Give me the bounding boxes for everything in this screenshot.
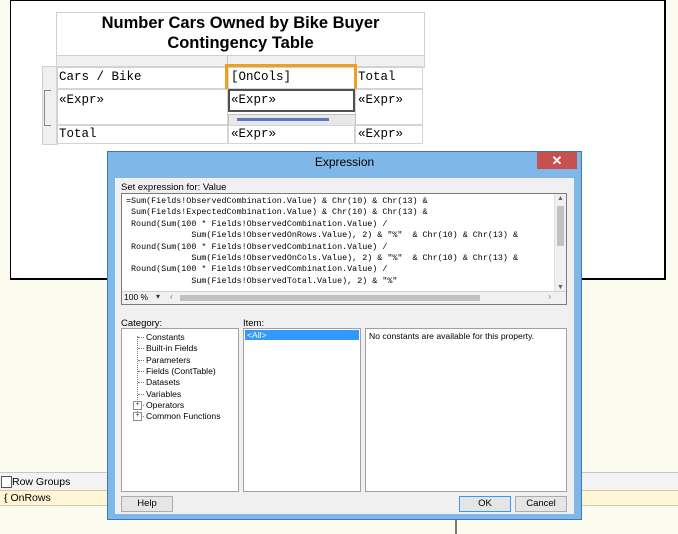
category-item[interactable]: Parameters [146, 355, 190, 365]
row-groups-label: Row Groups [12, 476, 71, 488]
category-item[interactable]: Operators [146, 400, 184, 410]
ok-button[interactable]: OK [459, 496, 511, 512]
chevron-down-icon[interactable]: ▾ [156, 292, 160, 301]
header-corner-cell[interactable]: Cars / Bike [56, 66, 228, 89]
row-expr-cell-3[interactable]: «Expr» [355, 89, 423, 125]
column-group-marker-right [354, 64, 357, 90]
expression-horizontal-scrollbar[interactable]: ‹ › [168, 292, 553, 303]
category-item[interactable]: Constants [146, 332, 185, 342]
report-title-line2: Contingency Table [167, 34, 314, 52]
cancel-button[interactable]: Cancel [515, 496, 567, 512]
scroll-right-icon[interactable]: › [548, 292, 551, 301]
expression-line[interactable]: Round(Sum(100 * Fields!ObservedCombinati… [126, 242, 518, 253]
category-item[interactable]: Fields (ContTable) [146, 366, 216, 376]
tree-connector [138, 337, 144, 338]
editor-status-bar: 100 % ▾ ‹ › [122, 291, 566, 304]
set-expression-label: Set expression for: Value [121, 182, 227, 193]
category-tree[interactable]: Constants Built-in Fields Parameters Fields… [121, 328, 239, 492]
zoom-level[interactable]: 100 % [124, 292, 148, 302]
expression-dialog: Expression ✕ Set expression for: Value =… [107, 151, 582, 520]
tree-connector [138, 359, 144, 361]
tree-connector [138, 393, 144, 395]
report-title-line1: Number Cars Owned by Bike Buyer [101, 14, 380, 32]
vertical-scroll-thumb[interactable] [557, 206, 564, 246]
category-item[interactable]: Datasets [146, 377, 180, 387]
dialog-title: Expression [314, 155, 375, 169]
expression-line[interactable]: Sum(Fields!ObservedTotal.Value), 2) & "%… [126, 276, 518, 287]
column-group-marker-left [225, 64, 228, 90]
group-item-name: OnRows [10, 492, 51, 504]
tree-connector [138, 348, 144, 350]
scroll-thumb [237, 118, 329, 121]
category-item[interactable]: Variables [146, 389, 181, 399]
category-item[interactable]: Built-in Fields [146, 343, 198, 353]
expression-vertical-scrollbar[interactable]: ▲ ▼ [554, 194, 566, 292]
expression-line[interactable]: Sum(Fields!ObservedOnRows.Value), 2) & "… [126, 230, 518, 241]
scroll-up-icon[interactable]: ▲ [557, 195, 564, 202]
expression-line[interactable]: Round(Sum(100 * Fields!ObservedCombinati… [126, 264, 518, 275]
scroll-left-icon[interactable]: ‹ [170, 292, 173, 301]
expand-plus-icon[interactable]: + [133, 400, 142, 410]
header-oncols-cell[interactable]: [OnCols] [228, 66, 355, 89]
item-list[interactable]: <All> [243, 328, 361, 492]
total-expr-cell-2[interactable]: «Expr» [355, 125, 423, 144]
row-group-bracket [44, 90, 51, 126]
category-item[interactable]: Common Functions [146, 411, 221, 421]
description-panel: No constants are available for this prop… [365, 328, 567, 492]
row-expr-cell-2-selected[interactable]: «Expr» [228, 89, 355, 112]
expression-line[interactable]: =Sum(Fields!ObservedCombination.Value) &… [126, 196, 518, 207]
group-item-label: { OnRows [4, 492, 51, 504]
expression-line[interactable]: Sum(Fields!ObservedOnCols.Value), 2) & "… [126, 253, 518, 264]
expression-editor[interactable]: =Sum(Fields!ObservedCombination.Value) &… [121, 193, 567, 305]
expression-line[interactable]: Sum(Fields!ExpectedCombination.Value) & … [126, 207, 518, 218]
help-button[interactable]: Help [121, 496, 173, 512]
description-text: No constants are available for this prop… [369, 331, 535, 341]
row-groups-icon [1, 476, 12, 488]
total-expr-cell-1[interactable]: «Expr» [228, 125, 355, 144]
tree-connector [138, 370, 144, 372]
dialog-client-area: Set expression for: Value =Sum(Fields!Ob… [115, 178, 574, 514]
row-expr-cell-1[interactable]: «Expr» [56, 89, 228, 125]
column-group-marker [228, 64, 355, 67]
horizontal-scroll-thumb[interactable] [180, 295, 480, 301]
expand-plus-icon[interactable]: + [133, 412, 142, 422]
tree-connector [138, 382, 144, 384]
report-title-textbox[interactable]: Number Cars Owned by Bike Buyer Continge… [56, 12, 425, 56]
scroll-down-icon[interactable]: ▼ [557, 284, 564, 291]
close-icon[interactable]: ✕ [537, 152, 577, 169]
expression-line[interactable]: Round(Sum(100 * Fields!ObservedCombinati… [126, 219, 518, 230]
header-total-cell[interactable]: Total [355, 66, 423, 89]
pane-splitter[interactable] [455, 518, 457, 534]
item-list-entry-all[interactable]: <All> [245, 330, 359, 340]
expression-text[interactable]: =Sum(Fields!ObservedCombination.Value) &… [126, 196, 518, 287]
total-label-cell[interactable]: Total [56, 125, 228, 144]
